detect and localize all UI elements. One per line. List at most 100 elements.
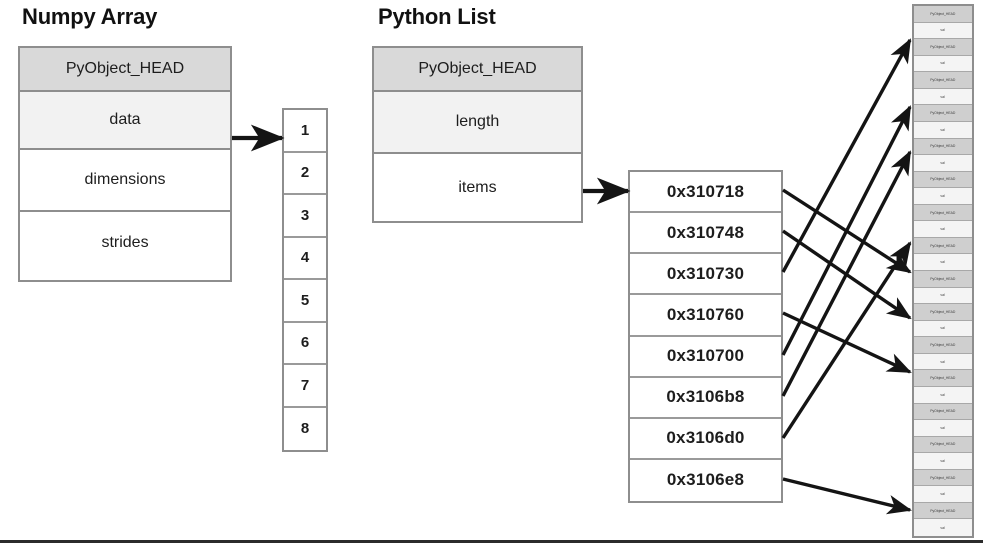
pointer-address-cell: 0x310718 <box>630 172 781 214</box>
heap-object-value-row: val <box>914 22 972 40</box>
numpy-data-cell: 6 <box>284 322 326 365</box>
pylist-field-pyobject-head: PyObject_HEAD <box>374 48 581 92</box>
heap-object-value-label: val <box>940 458 946 463</box>
heap-object-value-row: val <box>914 155 972 172</box>
heap-object-header-label: PyObject_HEAD <box>930 209 956 215</box>
diagram-canvas: Numpy Array PyObject_HEAD data dimensions s… <box>0 0 983 547</box>
heap-object-header-row: PyObject_HEAD <box>914 39 972 56</box>
arrow-pointer-to-heap-object <box>782 477 912 515</box>
heap-object-header-row: PyObject_HEAD <box>914 6 972 23</box>
heap-object-value-label: val <box>940 226 946 231</box>
heap-object-header-label: PyObject_HEAD <box>930 143 956 148</box>
pointer-address-cell: 0x310730 <box>630 254 781 296</box>
python-list-items-array: 0x310718 0x310748 0x310730 0x310760 0x310700… <box>628 170 783 503</box>
heap-object-header-label: PyObject_HEAD <box>930 408 956 413</box>
numpy-data-cell: 4 <box>284 237 326 280</box>
heap-object-value-row: val <box>914 188 972 205</box>
numpy-array-title: Numpy Array <box>22 4 158 29</box>
numpy-field-pyobject-head: PyObject_HEAD <box>20 48 230 92</box>
python-object-heap-column: PyObject_HEAD val PyObject_HEAD val PyObject… <box>912 4 974 538</box>
heap-object-value-row: val <box>914 88 972 106</box>
pointer-address-cell: 0x3106d0 <box>630 418 781 460</box>
heap-object-value-row: val <box>914 121 972 139</box>
pylist-field-length: length <box>374 92 581 154</box>
pointer-address-cell: 0x310700 <box>630 336 781 378</box>
heap-object-header-row: PyObject_HEAD <box>914 138 972 156</box>
heap-object-value-row: val <box>914 420 972 437</box>
heap-object-header-row: PyObject_HEAD <box>914 469 972 487</box>
heap-object-value-label: val <box>940 525 946 530</box>
heap-object-value-label: val <box>940 292 946 298</box>
heap-object-header-row: PyObject_HEAD <box>914 237 972 255</box>
arrow-pointer-to-heap-object <box>781 241 912 439</box>
pointer-address-cell: 0x3106e8 <box>630 459 781 501</box>
heap-object-header-label: PyObject_HEAD <box>930 375 956 380</box>
heap-object-value-label: val <box>940 359 946 364</box>
heap-object-header-label: PyObject_HEAD <box>930 276 956 281</box>
heap-object-value-row: val <box>914 519 972 536</box>
arrow-pointer-to-heap-object <box>781 38 912 273</box>
heap-object-value-row: val <box>914 386 972 404</box>
heap-object-header-label: PyObject_HEAD <box>930 243 956 248</box>
numpy-field-dimensions: dimensions <box>20 150 230 212</box>
arrow-pointer-to-heap-object <box>781 105 912 356</box>
pylist-field-items: items <box>374 154 581 221</box>
heap-object-header-row: PyObject_HEAD <box>914 271 972 288</box>
numpy-data-buffer: 12345678 <box>282 108 328 452</box>
heap-object-header-label: PyObject_HEAD <box>930 176 956 182</box>
numpy-data-cell: 1 <box>284 110 326 153</box>
heap-object-value-label: val <box>940 27 946 33</box>
heap-object-value-label: val <box>940 392 946 397</box>
numpy-field-strides: strides <box>20 212 230 274</box>
arrow-pointer-to-heap-object <box>781 150 912 397</box>
heap-object-value-row: val <box>914 55 972 73</box>
heap-object-header-label: PyObject_HEAD <box>930 77 956 82</box>
numpy-data-cell: 8 <box>284 407 326 450</box>
heap-object-value-row: val <box>914 287 972 305</box>
heap-object-header-row: PyObject_HEAD <box>914 370 972 387</box>
heap-object-value-label: val <box>940 193 946 198</box>
heap-object-header-row: PyObject_HEAD <box>914 105 972 122</box>
arrow-pointer-to-heap-object <box>782 311 912 374</box>
heap-object-header-row: PyObject_HEAD <box>914 436 972 454</box>
heap-object-header-row: PyObject_HEAD <box>914 72 972 89</box>
heap-object-header-label: PyObject_HEAD <box>930 441 956 447</box>
arrow-pointer-to-heap-object <box>782 229 912 320</box>
heap-object-header-row: PyObject_HEAD <box>914 171 972 189</box>
heap-object-value-label: val <box>940 425 946 430</box>
heap-object-value-row: val <box>914 486 972 503</box>
heap-object-header-label: PyObject_HEAD <box>930 508 956 513</box>
heap-object-header-label: PyObject_HEAD <box>930 11 956 16</box>
heap-object-header-label: PyObject_HEAD <box>930 474 956 480</box>
numpy-field-data: data <box>20 92 230 150</box>
page-bottom-rule <box>0 540 983 543</box>
heap-object-header-label: PyObject_HEAD <box>930 309 956 314</box>
arrow-pointer-to-heap-object <box>782 188 912 274</box>
heap-object-value-row: val <box>914 254 972 271</box>
numpy-data-cell: 5 <box>284 280 326 323</box>
python-list-title: Python List <box>378 4 496 29</box>
numpy-data-cell: 7 <box>284 365 326 408</box>
heap-object-value-row: val <box>914 221 972 238</box>
heap-object-value-label: val <box>940 60 946 66</box>
heap-object-header-label: PyObject_HEAD <box>930 44 956 49</box>
heap-object-value-label: val <box>940 491 946 496</box>
heap-object-value-row: val <box>914 353 972 371</box>
heap-object-header-label: PyObject_HEAD <box>930 110 956 115</box>
heap-object-value-row: val <box>914 320 972 338</box>
python-list-struct: PyObject_HEAD length items <box>372 46 583 223</box>
pointer-address-cell: 0x310748 <box>630 213 781 255</box>
numpy-data-cell: 3 <box>284 195 326 238</box>
heap-object-header-label: PyObject_HEAD <box>930 342 956 347</box>
pointer-address-cell: 0x310760 <box>630 295 781 337</box>
heap-object-value-label: val <box>940 94 946 99</box>
heap-object-value-label: val <box>940 259 946 264</box>
heap-object-header-row: PyObject_HEAD <box>914 337 972 354</box>
heap-object-value-row: val <box>914 453 972 470</box>
heap-object-value-label: val <box>940 160 946 165</box>
heap-object-header-row: PyObject_HEAD <box>914 304 972 321</box>
heap-object-value-label: val <box>940 325 946 331</box>
heap-object-value-label: val <box>940 127 946 132</box>
heap-object-header-row: PyObject_HEAD <box>914 403 972 421</box>
numpy-data-cell: 2 <box>284 152 326 195</box>
